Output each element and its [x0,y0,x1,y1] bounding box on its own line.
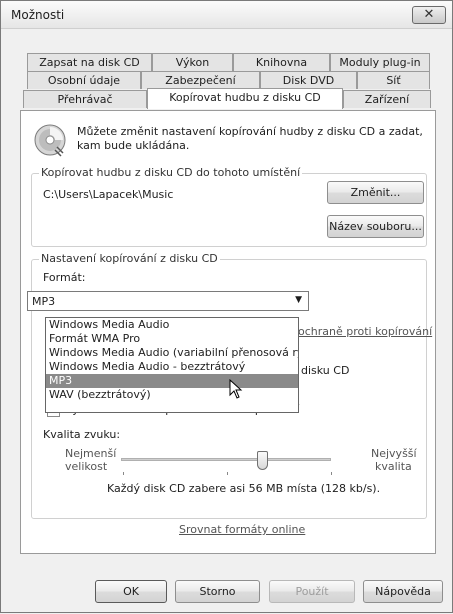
change-location-button[interactable]: Změnit... [327,181,424,204]
cd-icon [34,124,66,157]
panel-content: Můžete změnit nastavení kopírování hudby… [1,1,453,614]
format-option[interactable]: Windows Media Audio (variabilní přenosov… [46,346,298,360]
slider-tick [227,472,228,475]
format-option[interactable]: WAV (bezztrátový) [46,388,298,402]
slider-tick [123,472,124,475]
format-option[interactable]: Windows Media Audio - bezztrátový [46,360,298,374]
quality-label: Kvalita zvuku: [43,428,121,441]
chevron-down-icon: ▼ [295,295,302,305]
quality-max-label-1: Nejvyšší [371,447,417,460]
copy-protection-link[interactable]: ochraně proti kopírování [298,325,432,338]
quality-slider-thumb[interactable] [257,451,268,470]
rip-location-legend: Kopírovat hudbu z disku CD do tohoto umí… [39,166,303,179]
format-select-value: MP3 [32,295,56,308]
format-option[interactable]: Formát WMA Pro [46,332,298,346]
format-option[interactable]: Windows Media Audio [46,318,298,332]
intro-text-line2: kam bude ukládána. [77,139,190,152]
quality-min-label-1: Nejmenší [65,447,117,460]
mouse-cursor-icon [229,379,243,399]
options-dialog: Možnosti ✕ Zapsat na disk CD Výkon Kniho… [0,0,453,613]
rip-location-path: C:\Users\Lapacek\Music [43,188,174,201]
quality-slider-track[interactable] [121,458,331,461]
format-option-selected[interactable]: MP3 [46,374,298,388]
file-name-button[interactable]: Název souboru... [327,215,424,238]
quality-min-label-2: velikost [65,460,108,473]
auto-rip-label-tail: disku CD [301,364,350,377]
rip-settings-legend: Nastavení kopírování z disku CD [39,252,220,265]
compare-formats-link[interactable]: Srovnat formáty online [179,523,305,536]
format-dropdown-list[interactable]: Windows Media Audio Formát WMA Pro Windo… [45,317,299,413]
quality-max-label-2: kvalita [375,460,412,473]
slider-tick [331,472,332,475]
intro-text-line1: Můžete změnit nastavení kopírování hudby… [77,125,423,138]
size-info-text: Každý disk CD zabere asi 56 MB místa (12… [107,482,381,495]
format-select[interactable]: MP3 ▼ [27,291,309,311]
format-label: Formát: [43,271,86,284]
